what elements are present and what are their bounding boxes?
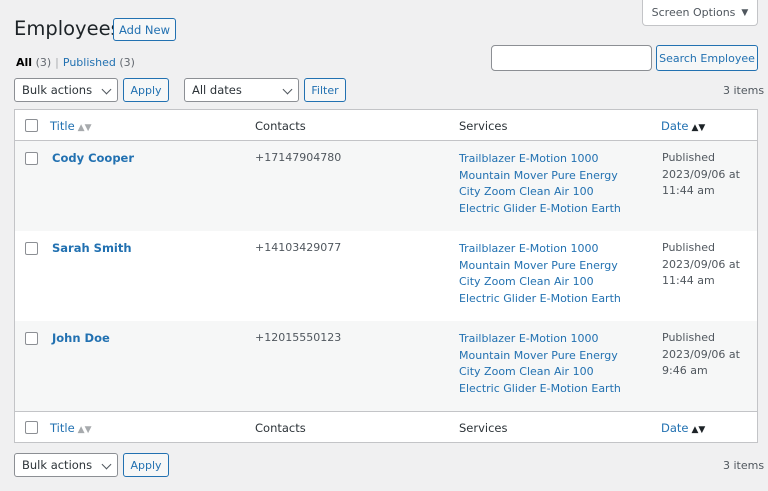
table-row: John Doe +12015550123 Trailblazer E-Moti… (15, 321, 757, 411)
service-link[interactable]: Electric Glider E-Motion Earth (459, 381, 649, 398)
employee-contact: +14103429077 (255, 241, 342, 254)
screen-options-label: Screen Options (651, 6, 736, 19)
bulk-actions-select-top[interactable]: Bulk actions (14, 78, 118, 102)
post-date: 2023/09/06 at (662, 257, 740, 271)
apply-button-bottom[interactable]: Apply (123, 453, 169, 477)
search-input[interactable] (491, 45, 652, 71)
service-link[interactable]: City Zoom Clean Air 100 (459, 364, 649, 381)
employee-date: Published 2023/09/06 at 11:44 am (662, 240, 757, 290)
employees-table: Title ▲▼ Contacts Services Date ▲▼ Cody Co… (14, 109, 758, 443)
items-count-bottom: 3 items (723, 459, 765, 472)
service-link[interactable]: Trailblazer E-Motion 1000 (459, 241, 649, 258)
column-services: Services (459, 421, 508, 435)
screen-options-toggle[interactable]: Screen Options ▼ (642, 0, 758, 26)
employee-contact: +12015550123 (255, 331, 342, 344)
employee-contact: +17147904780 (255, 151, 342, 164)
service-link[interactable]: City Zoom Clean Air 100 (459, 274, 649, 291)
sort-desc-icon: ▲▼ (691, 123, 706, 133)
view-published-count: (3) (119, 56, 135, 69)
add-new-button[interactable]: Add New (113, 18, 176, 41)
column-contacts: Contacts (255, 421, 306, 435)
column-title-sort-footer[interactable]: Title ▲▼ (50, 421, 92, 435)
bulk-actions-value: Bulk actions (22, 83, 93, 97)
post-time: 11:44 am (662, 274, 715, 287)
column-title-label: Title (50, 421, 75, 435)
post-time: 11:44 am (662, 184, 715, 197)
employee-date: Published 2023/09/06 at 9:46 am (662, 330, 757, 380)
service-link[interactable]: Mountain Mover Pure Energy (459, 258, 649, 275)
table-footer: Title ▲▼ Contacts Services Date ▲▼ (15, 411, 757, 442)
employee-name-link[interactable]: Cody Cooper (52, 151, 134, 165)
employee-services: Trailblazer E-Motion 1000 Mountain Mover… (459, 331, 649, 398)
chevron-down-icon (282, 84, 293, 95)
sort-desc-icon: ▲▼ (691, 425, 706, 435)
column-date-sort[interactable]: Date ▲▼ (661, 119, 705, 133)
select-all-checkbox-footer[interactable] (25, 421, 38, 434)
column-date-label: Date (661, 421, 689, 435)
date-filter-value: All dates (192, 83, 242, 97)
service-link[interactable]: Electric Glider E-Motion Earth (459, 201, 649, 218)
employee-services: Trailblazer E-Motion 1000 Mountain Mover… (459, 241, 649, 308)
sort-up-down-icon: ▲▼ (77, 425, 92, 435)
chevron-down-icon (101, 459, 112, 470)
column-title-label: Title (50, 119, 75, 133)
column-title-sort[interactable]: Title ▲▼ (50, 119, 92, 133)
select-all-checkbox[interactable] (25, 119, 38, 132)
view-separator: | (55, 56, 59, 69)
status-views: All (3) | Published (3) (16, 56, 135, 69)
employee-name-link[interactable]: John Doe (52, 331, 110, 345)
post-time: 9:46 am (662, 364, 708, 377)
employee-date: Published 2023/09/06 at 11:44 am (662, 150, 757, 200)
employee-name-link[interactable]: Sarah Smith (52, 241, 132, 255)
table-header: Title ▲▼ Contacts Services Date ▲▼ (15, 110, 757, 141)
sort-up-down-icon: ▲▼ (77, 123, 92, 133)
service-link[interactable]: Trailblazer E-Motion 1000 (459, 331, 649, 348)
service-link[interactable]: Mountain Mover Pure Energy (459, 348, 649, 365)
post-status: Published (662, 331, 715, 344)
service-link[interactable]: Mountain Mover Pure Energy (459, 168, 649, 185)
apply-button-top[interactable]: Apply (123, 78, 169, 102)
service-link[interactable]: Electric Glider E-Motion Earth (459, 291, 649, 308)
items-count-top: 3 items (723, 84, 765, 97)
search-employee-button[interactable]: Search Employee (656, 45, 758, 71)
post-date: 2023/09/06 at (662, 347, 740, 361)
post-status: Published (662, 151, 715, 164)
bulk-actions-select-bottom[interactable]: Bulk actions (14, 453, 118, 477)
post-status: Published (662, 241, 715, 254)
filter-button[interactable]: Filter (304, 78, 346, 102)
column-contacts: Contacts (255, 119, 306, 133)
service-link[interactable]: City Zoom Clean Air 100 (459, 184, 649, 201)
page-title: Employees (14, 17, 121, 40)
bulk-actions-value: Bulk actions (22, 458, 93, 472)
column-date-sort-footer[interactable]: Date ▲▼ (661, 421, 705, 435)
column-services: Services (459, 119, 508, 133)
service-link[interactable]: Trailblazer E-Motion 1000 (459, 151, 649, 168)
row-checkbox[interactable] (25, 242, 38, 255)
row-checkbox[interactable] (25, 152, 38, 165)
view-published-link[interactable]: Published (63, 56, 116, 69)
chevron-down-icon (101, 84, 112, 95)
view-all-link[interactable]: All (16, 56, 32, 69)
caret-down-icon: ▼ (741, 7, 749, 18)
employee-services: Trailblazer E-Motion 1000 Mountain Mover… (459, 151, 649, 218)
view-all-count: (3) (35, 56, 52, 69)
row-checkbox[interactable] (25, 332, 38, 345)
date-filter-select[interactable]: All dates (184, 78, 299, 102)
table-row: Sarah Smith +14103429077 Trailblazer E-M… (15, 231, 757, 321)
column-date-label: Date (661, 119, 689, 133)
table-row: Cody Cooper +17147904780 Trailblazer E-M… (15, 141, 757, 231)
post-date: 2023/09/06 at (662, 167, 740, 181)
